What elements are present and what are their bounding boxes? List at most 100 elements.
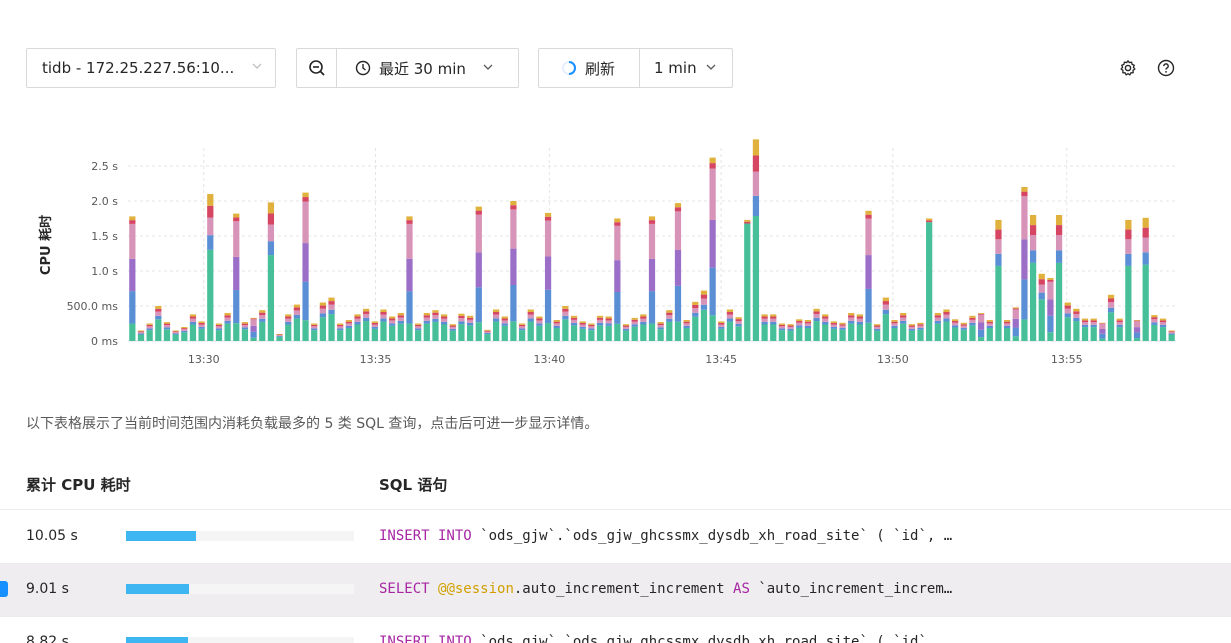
- y-tick-label: 1.0 s: [91, 265, 118, 278]
- bar-segment: [224, 315, 231, 318]
- bar-segment: [986, 323, 993, 326]
- bar-segment: [605, 323, 612, 326]
- settings-button[interactable]: [1118, 58, 1138, 78]
- bar-segment: [804, 321, 812, 324]
- help-button[interactable]: [1156, 58, 1176, 78]
- bar-segment: [674, 321, 682, 341]
- bar-segment: [1081, 322, 1089, 325]
- bar-segment: [666, 318, 673, 322]
- sql-rest: `ods_gjw`.`ods_gjw_ghcssmx_dysdb_xh_road…: [471, 634, 953, 643]
- bar-segment: [1142, 252, 1149, 265]
- bar-segment: [553, 327, 560, 341]
- bar-segment: [397, 313, 404, 316]
- bar-segment: [163, 329, 171, 341]
- bar-segment: [432, 318, 439, 322]
- bar-segment: [804, 327, 812, 341]
- bar-segment: [709, 163, 716, 169]
- bar-segment: [726, 318, 734, 322]
- bar-segment: [622, 326, 630, 329]
- bar-segment: [337, 330, 344, 341]
- bar-segment: [1064, 317, 1071, 341]
- bar-segment: [614, 260, 621, 292]
- bar-segment: [839, 324, 846, 326]
- bar-segment: [241, 325, 249, 328]
- bar-segment: [718, 326, 725, 329]
- refresh-button[interactable]: 刷新: [539, 49, 640, 87]
- bar-segment: [657, 323, 664, 326]
- bar-segment: [267, 202, 275, 214]
- bar-segment: [207, 194, 214, 206]
- bar-segment: [328, 309, 335, 315]
- bar-segment: [596, 325, 604, 341]
- refresh-interval-select[interactable]: 1 min: [640, 59, 717, 77]
- bar-segment: [718, 324, 725, 327]
- chevron-down-icon: [482, 61, 494, 76]
- cpu-time-bar: [126, 637, 354, 643]
- bar-segment: [700, 304, 708, 310]
- bar-segment: [380, 318, 387, 322]
- bar-segment: [726, 314, 734, 319]
- bar-segment: [1159, 318, 1167, 321]
- bar-segment: [1116, 320, 1123, 323]
- bar-segment: [137, 334, 145, 341]
- instance-select[interactable]: tidb - 172.25.227.56:10...: [26, 48, 276, 88]
- bar-segment: [804, 323, 812, 326]
- bar-segment: [752, 171, 760, 196]
- zoom-out-button[interactable]: [297, 49, 337, 87]
- bar-segment: [224, 320, 231, 324]
- bar-segment: [224, 313, 231, 316]
- bar-segment: [198, 321, 205, 323]
- bar-segment: [441, 324, 448, 341]
- bar-segment: [1081, 324, 1089, 328]
- bar-segment: [1099, 328, 1106, 334]
- bar-segment: [1021, 196, 1028, 240]
- bar-segment: [198, 324, 205, 327]
- bar-segment: [614, 218, 621, 223]
- table-row[interactable]: 10.05 s INSERT INTO `ods_gjw`.`ods_gjw_g…: [0, 511, 1231, 563]
- time-range-select[interactable]: 最近 30 min: [337, 58, 494, 79]
- bar-segment: [259, 318, 266, 322]
- bar-segment: [726, 312, 734, 315]
- bar-segment: [449, 330, 456, 341]
- bar-segment: [952, 327, 959, 341]
- bar-segment: [891, 323, 898, 326]
- bar-segment: [207, 217, 214, 236]
- bar-segment: [761, 318, 768, 322]
- bar-segment: [475, 210, 482, 215]
- bar-segment: [527, 321, 534, 341]
- bar-segment: [683, 320, 690, 322]
- bar-segment: [1159, 327, 1167, 341]
- bar-segment: [1099, 323, 1106, 324]
- bar-segment: [692, 304, 699, 309]
- bar-segment: [302, 192, 309, 198]
- bar-segment: [466, 317, 474, 320]
- bar-segment: [1047, 278, 1054, 280]
- cpu-time-bar-fill: [126, 637, 188, 643]
- bar-segment: [224, 323, 231, 341]
- bar-segment: [631, 317, 638, 320]
- time-range-picker: 最近 30 min: [296, 48, 519, 88]
- bar-segment: [978, 314, 985, 323]
- bar-segment: [1133, 320, 1141, 321]
- col-cpu-time-header[interactable]: 累计 CPU 耗时: [26, 474, 131, 495]
- table-row[interactable]: 8.82 s INSERT INTO `ods_gjw`.`ods_gjw_gh…: [0, 617, 1231, 643]
- table-row[interactable]: 9.01 s SELECT @@session.auto_increment_i…: [0, 564, 1231, 616]
- bar-segment: [155, 308, 162, 312]
- bar-segment: [1159, 320, 1167, 323]
- bar-segment: [1038, 299, 1045, 341]
- bar-segment: [579, 326, 586, 329]
- bar-segment: [908, 326, 915, 329]
- bar-segment: [337, 324, 344, 327]
- bar-segment: [215, 330, 223, 341]
- bar-segment: [1003, 321, 1011, 324]
- bar-segment: [137, 331, 145, 333]
- bar-segment: [319, 305, 326, 309]
- bar-segment: [423, 315, 430, 318]
- bar-segment: [960, 325, 967, 328]
- bar-segment: [1055, 262, 1063, 341]
- bar-segment: [1055, 225, 1063, 236]
- bar-segment: [770, 321, 777, 325]
- bar-segment: [761, 324, 768, 341]
- bar-segment: [674, 203, 682, 208]
- bar-segment: [510, 248, 517, 285]
